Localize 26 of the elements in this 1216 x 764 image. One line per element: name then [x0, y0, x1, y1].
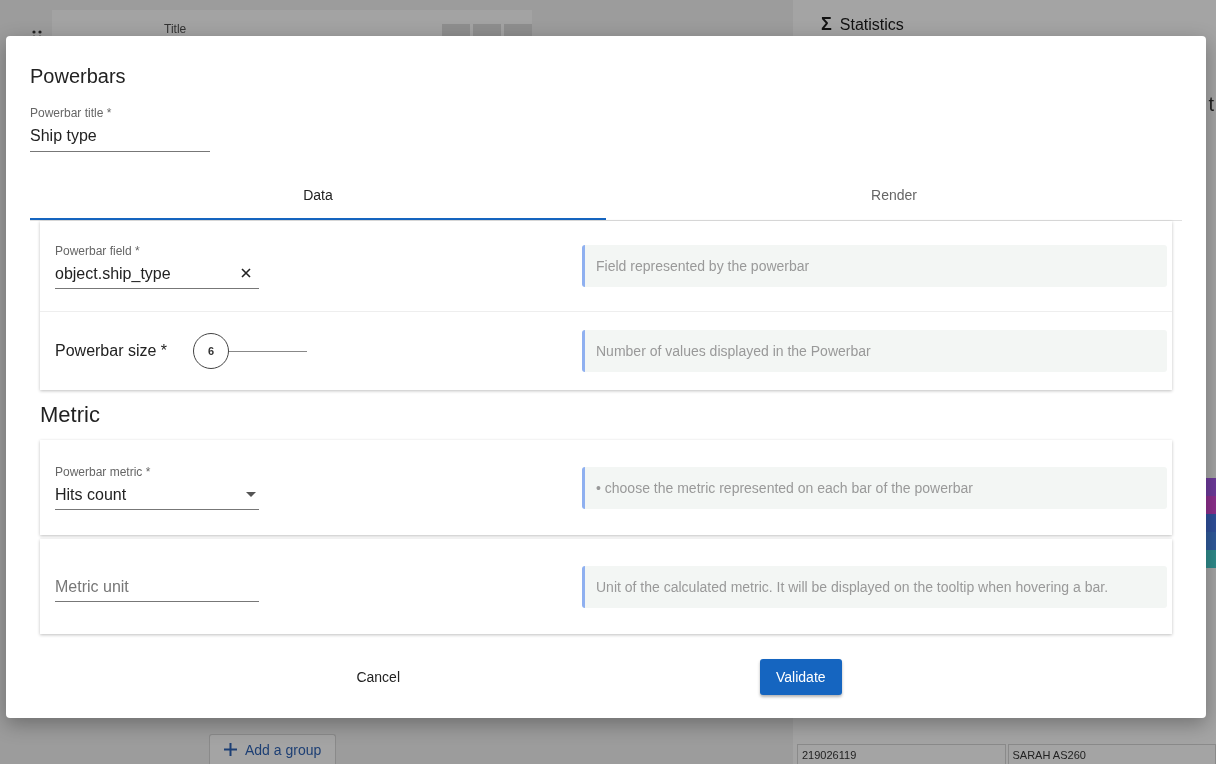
- cancel-button[interactable]: Cancel: [340, 659, 416, 695]
- section-title: Metric: [40, 402, 101, 428]
- sum-icon: Σ: [821, 14, 832, 35]
- help-text: • choose the metric represented on each bar of the powerbar: [582, 466, 1167, 509]
- table-cell: SARAH AS260: [1007, 744, 1216, 764]
- help-text: Field represented by the powerbar: [582, 245, 1167, 287]
- field-label: Powerbar size *: [55, 342, 168, 360]
- clear-icon[interactable]: [241, 267, 251, 278]
- input-field[interactable]: Powerbar metric * Hits count: [55, 465, 259, 510]
- tab[interactable]: Render: [606, 172, 1182, 220]
- input-field[interactable]: Powerbar field * object.ship_type: [55, 243, 259, 289]
- statistics-title: Statistics: [839, 15, 904, 34]
- validate-button[interactable]: Validate: [760, 659, 842, 695]
- caret-icon[interactable]: [246, 492, 256, 497]
- help-text: Number of values displayed in the Powerbar: [582, 330, 1167, 372]
- plus-icon: [224, 743, 237, 756]
- table-cell: 219026119: [797, 744, 1006, 764]
- help-text: Unit of the calculated metric. It will be displayed on the tooltip when hovering a bar.: [582, 565, 1167, 608]
- input-field[interactable]: Metric unit: [55, 571, 259, 602]
- slider[interactable]: 6: [193, 333, 308, 369]
- slider-thumb[interactable]: 6: [193, 333, 230, 369]
- panel-heading: t: [1208, 93, 1214, 116]
- panel-title: Title: [164, 22, 187, 36]
- add-group-button[interactable]: Add a group: [209, 734, 337, 764]
- dialog-title: Powerbars: [30, 64, 127, 88]
- title-field[interactable]: Powerbar title * Ship type: [30, 106, 210, 152]
